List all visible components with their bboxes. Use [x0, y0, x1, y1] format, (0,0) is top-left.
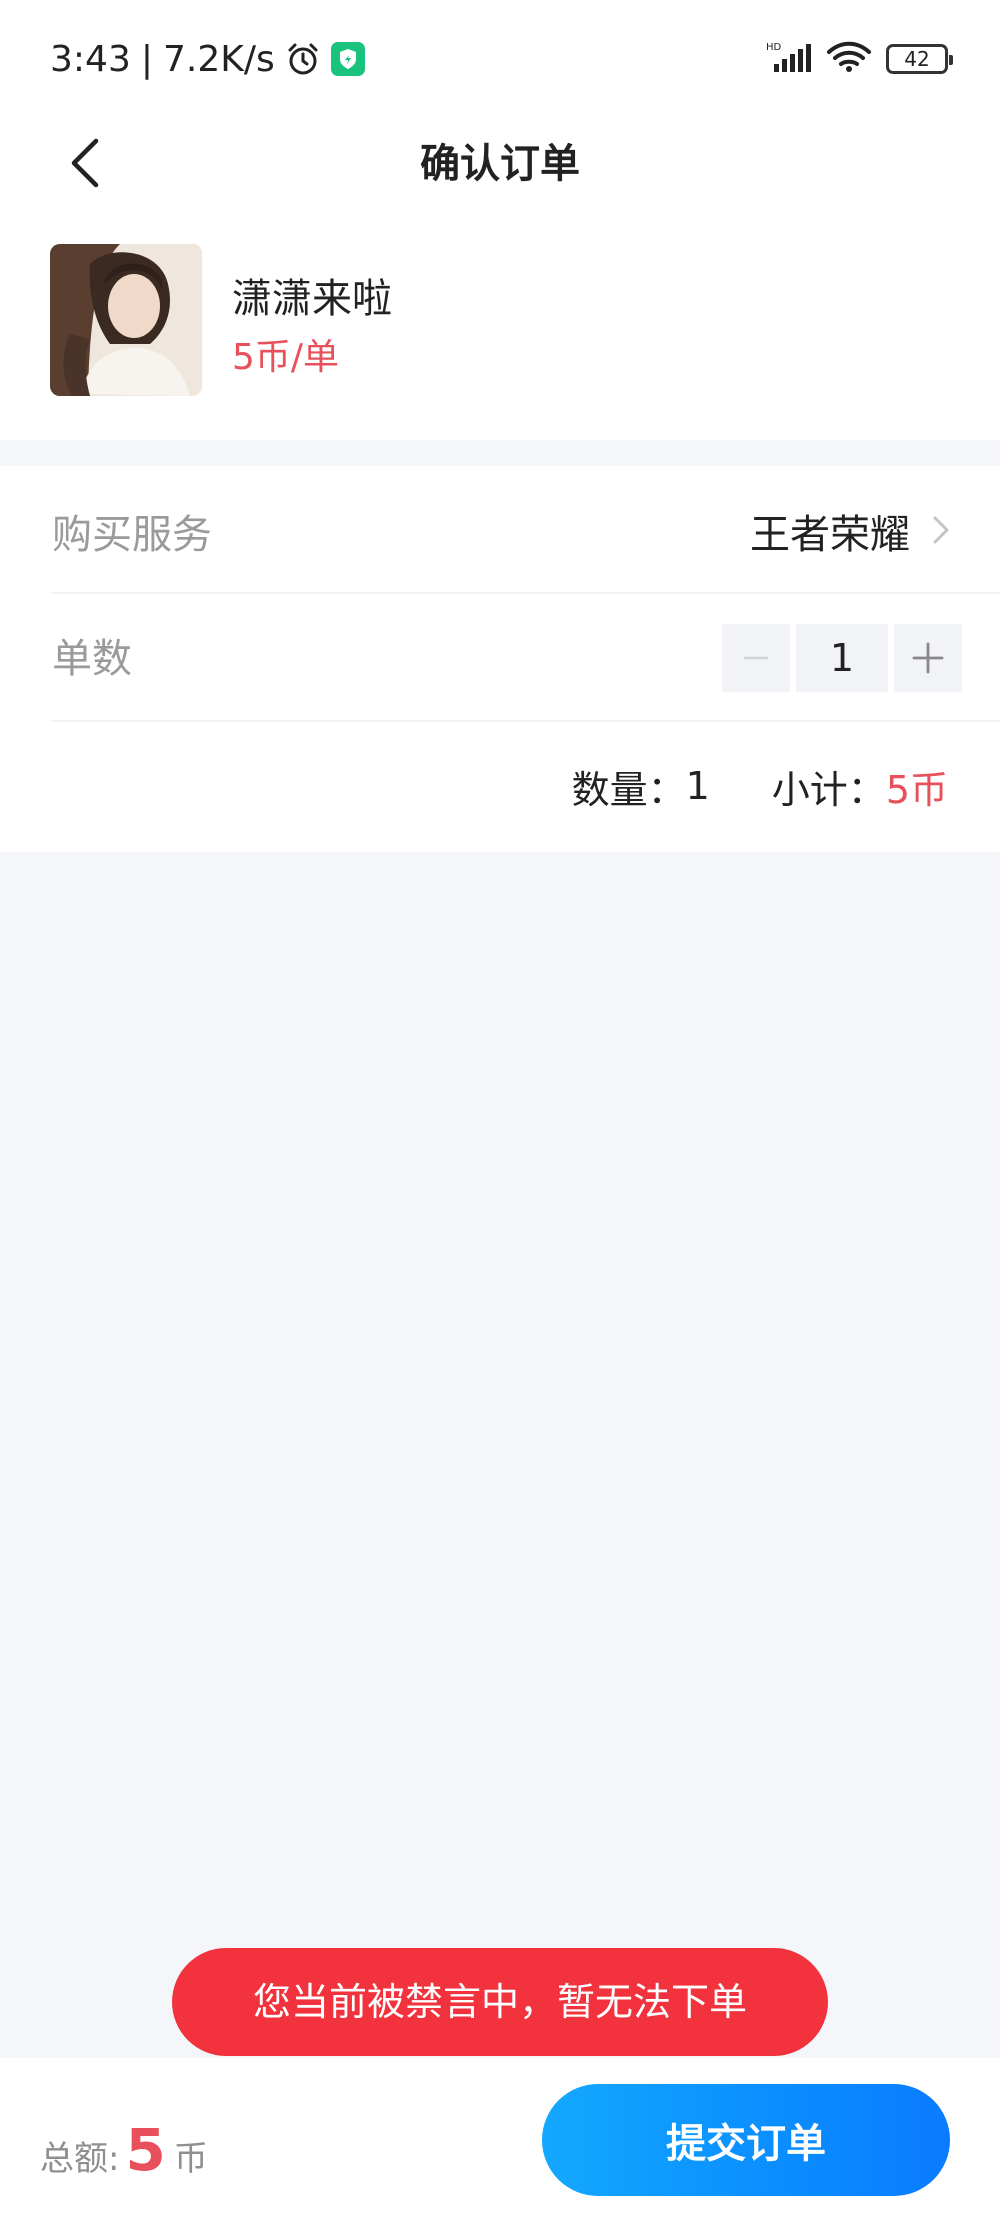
wifi-icon [826, 40, 872, 78]
service-label: 购买服务 [52, 512, 212, 558]
quantity-value[interactable]: 1 [796, 624, 888, 692]
minus-icon [743, 656, 769, 660]
status-bar: 3:43 | 7.2K/s HD 42 [0, 0, 1000, 116]
provider-card[interactable]: 潇潇来啦 5币/单 [0, 216, 1000, 440]
count-row: 单数 1 [52, 594, 1000, 722]
service-value: 王者荣耀 [750, 512, 910, 558]
total-unit: 币 [173, 2139, 208, 2179]
alarm-icon [285, 41, 321, 77]
page-title: 确认订单 [420, 141, 580, 187]
subtotal-label: 小计： [771, 767, 886, 812]
order-card: 购买服务 王者荣耀 单数 1 数量： 1 小计： 5币 [0, 466, 1000, 852]
status-separator: | [140, 38, 153, 80]
header: 确认订单 [0, 116, 1000, 216]
total: 总额: 5 币 [40, 2116, 208, 2184]
service-row[interactable]: 购买服务 王者荣耀 [52, 466, 1000, 594]
avatar[interactable] [50, 244, 202, 396]
status-left: 3:43 | 7.2K/s [50, 36, 365, 82]
signal-icon: HD [766, 40, 812, 78]
quantity-summary-value: 1 [685, 764, 710, 808]
submit-order-button[interactable]: 提交订单 [542, 2084, 950, 2196]
toast-message: 您当前被禁言中，暂无法下单 [172, 1948, 828, 2056]
subtotal-value: 5币 [885, 767, 948, 812]
provider-name: 潇潇来啦 [232, 276, 392, 322]
total-amount: 5 [125, 2116, 166, 2184]
svg-text:HD: HD [766, 42, 782, 53]
total-label: 总额: [40, 2139, 120, 2179]
quantity-stepper: 1 [722, 624, 962, 692]
plus-icon [912, 642, 944, 674]
increment-button[interactable] [894, 624, 962, 692]
battery-icon: 42 [886, 44, 953, 74]
chevron-right-icon [933, 516, 949, 544]
quantity-summary-label: 数量： [571, 767, 686, 812]
bottom-bar: 总额: 5 币 提交订单 [0, 2058, 1000, 2222]
shield-app-icon [330, 42, 365, 76]
decrement-button[interactable] [722, 624, 790, 692]
provider-price: 5币/单 [232, 337, 340, 378]
count-label: 单数 [52, 636, 132, 682]
order-summary: 数量： 1 小计： 5币 [572, 756, 948, 816]
status-right: HD 42 [766, 38, 953, 80]
status-time: 3:43 [50, 38, 131, 80]
status-net-speed: 7.2K/s [162, 38, 275, 80]
